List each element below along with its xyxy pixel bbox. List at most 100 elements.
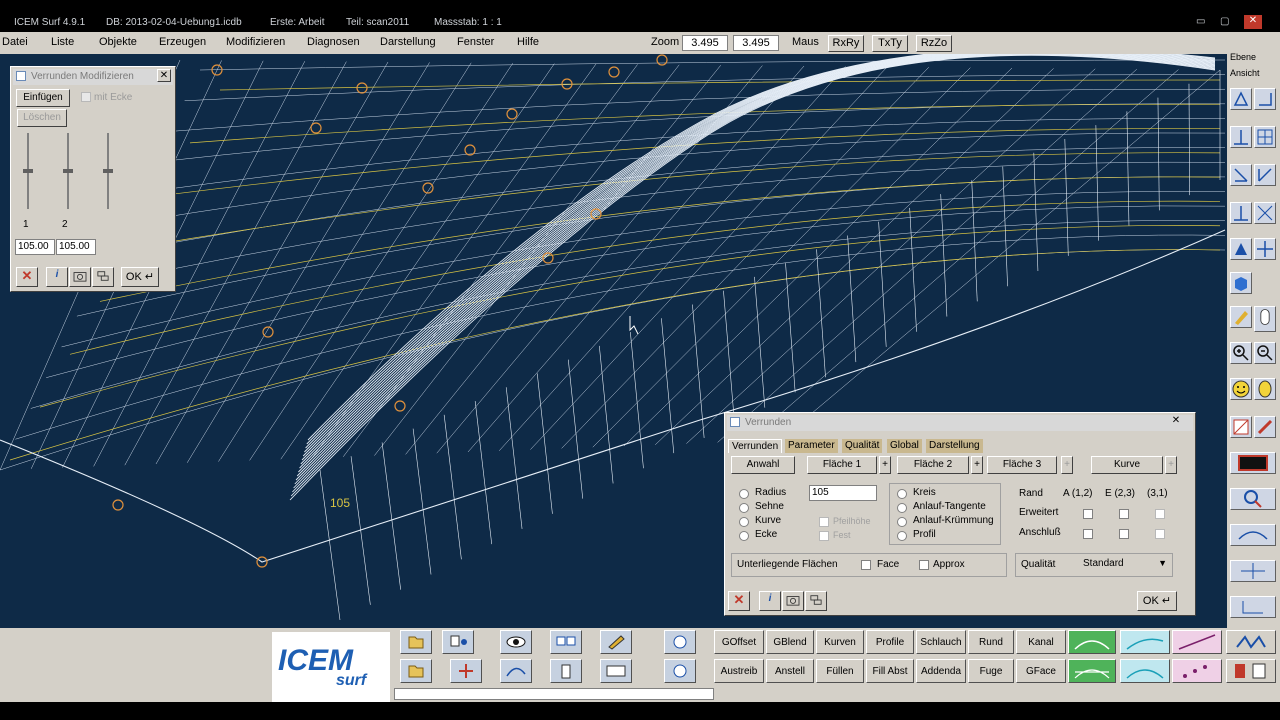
slider-thumb-2[interactable] [63, 169, 73, 173]
tab-global[interactable]: Global [887, 439, 922, 453]
verrunden-close-icon[interactable]: ✕ [1169, 415, 1183, 428]
mod-ok-button[interactable]: OK ↵ [121, 267, 159, 287]
control-point[interactable] [394, 400, 406, 412]
info-icon[interactable]: i [46, 267, 68, 287]
erweitert-a-checkbox[interactable] [1083, 509, 1093, 519]
kurve-button[interactable]: Kurve [1091, 456, 1163, 474]
control-point[interactable] [356, 82, 368, 94]
snowflake2-icon[interactable] [664, 659, 696, 683]
menu-datei[interactable]: Datei [2, 36, 28, 48]
cylinder-icon[interactable] [1254, 306, 1276, 332]
control-point[interactable] [506, 108, 518, 120]
corner-axis-icon[interactable] [1230, 596, 1276, 618]
sehne-radio[interactable] [739, 503, 749, 513]
menu-fenster[interactable]: Fenster [457, 36, 494, 48]
anschluss-a-checkbox[interactable] [1083, 529, 1093, 539]
copy-eye-icon[interactable] [442, 630, 474, 654]
anschluss-e-checkbox[interactable] [1119, 529, 1129, 539]
shade-cube-icon[interactable] [1230, 272, 1252, 294]
cancel-x-icon[interactable]: ✕ [16, 267, 38, 287]
view-axis-icon[interactable] [1254, 164, 1276, 186]
radius-value-input[interactable]: 105 [809, 485, 877, 501]
pfeilhoehe-checkbox[interactable] [819, 517, 829, 527]
value-input-2[interactable]: 105.00 [56, 239, 96, 255]
einfuegen-button[interactable]: Einfügen [16, 89, 70, 107]
command-input[interactable] [394, 688, 714, 700]
control-point[interactable] [656, 54, 668, 66]
monitor-icon[interactable] [1230, 452, 1276, 474]
curve-cyan2-icon[interactable] [1120, 659, 1170, 683]
smiley-icon[interactable] [1230, 378, 1252, 400]
kurve-radio[interactable] [739, 517, 749, 527]
flaeche1-plus[interactable]: + [879, 456, 891, 474]
menu-hilfe[interactable]: Hilfe [517, 36, 539, 48]
windows-icon[interactable] [550, 630, 582, 654]
flaeche1-button[interactable]: Fläche 1 [807, 456, 877, 474]
dialog-ok-button[interactable]: OK ↵ [1137, 591, 1177, 611]
fill-abst-button[interactable]: Fill Abst [866, 659, 914, 683]
control-point[interactable] [464, 144, 476, 156]
eye-icon[interactable] [500, 630, 532, 654]
flaeche3-plus[interactable]: + [1061, 456, 1073, 474]
zoom-in-icon[interactable] [1230, 342, 1252, 364]
section-icon[interactable] [1230, 416, 1252, 438]
tab-darstellung[interactable]: Darstellung [926, 439, 983, 453]
erweitert-e-checkbox[interactable] [1119, 509, 1129, 519]
flaeche3-button[interactable]: Fläche 3 [987, 456, 1057, 474]
view-iso-icon[interactable] [1230, 202, 1252, 224]
dialog-cancel-icon[interactable]: ✕ [728, 591, 750, 611]
curve-select-icon[interactable] [1230, 524, 1276, 546]
face-checkbox[interactable] [861, 560, 871, 570]
zoom-input-1[interactable]: 3.495 [682, 35, 728, 51]
view-top-icon[interactable] [1230, 126, 1252, 148]
control-point[interactable] [310, 122, 322, 134]
menu-objekte[interactable]: Objekte [99, 36, 137, 48]
surface-green-icon[interactable] [1068, 630, 1116, 654]
points-pink-icon[interactable] [1172, 659, 1222, 683]
red-marker-icon[interactable] [1254, 416, 1276, 438]
menu-erzeugen[interactable]: Erzeugen [159, 36, 206, 48]
ecke-radio[interactable] [739, 531, 749, 541]
addenda-button[interactable]: Addenda [916, 659, 966, 683]
curve-cyan-icon[interactable] [1120, 630, 1170, 654]
view-grid-icon[interactable] [1254, 126, 1276, 148]
restore-icon[interactable]: ▢ [1220, 16, 1229, 27]
kurven-button[interactable]: Kurven [816, 630, 864, 654]
qualitaet-select[interactable]: Standard ▼ [1081, 557, 1169, 573]
fest-checkbox[interactable] [819, 531, 829, 541]
anlauf-kruemmung-radio[interactable] [897, 517, 907, 527]
fuellen-button[interactable]: Füllen [816, 659, 864, 683]
kanal-button[interactable]: Kanal [1016, 630, 1066, 654]
approx-checkbox[interactable] [919, 560, 929, 570]
rxry-button[interactable]: RxRy [828, 35, 864, 52]
tab-parameter[interactable]: Parameter [785, 439, 838, 453]
austreib-button[interactable]: Austreib [714, 659, 764, 683]
flaeche2-plus[interactable]: + [971, 456, 983, 474]
view-front-icon[interactable] [1230, 88, 1252, 110]
slider-thumb-1[interactable] [23, 169, 33, 173]
dialog-info-icon[interactable]: i [759, 591, 781, 611]
curve-edit-icon[interactable] [500, 659, 532, 683]
menu-modifizieren[interactable]: Modifizieren [226, 36, 285, 48]
profil-radio[interactable] [897, 531, 907, 541]
kreis-radio[interactable] [897, 489, 907, 499]
dialog-layers-icon[interactable] [805, 591, 827, 611]
minimize-icon[interactable]: ▭ [1196, 16, 1205, 27]
mod-panel-titlebar[interactable]: Verrunden Modifizieren [13, 69, 173, 85]
snowflake-icon[interactable] [664, 630, 696, 654]
axis-cross-icon[interactable] [1230, 560, 1276, 582]
anlauf-tangente-radio[interactable] [897, 503, 907, 513]
analyze-magnifier-icon[interactable] [1230, 488, 1276, 510]
radius-radio[interactable] [739, 489, 749, 499]
txty-button[interactable]: TxTy [872, 35, 908, 52]
schlauch-button[interactable]: Schlauch [916, 630, 966, 654]
rund-button[interactable]: Rund [968, 630, 1014, 654]
surface-green2-icon[interactable] [1068, 659, 1116, 683]
text-label-icon[interactable] [600, 659, 632, 683]
control-point[interactable] [112, 499, 124, 511]
move-icon[interactable] [450, 659, 482, 683]
control-point[interactable] [262, 326, 274, 338]
loeschen-button[interactable]: Löschen [17, 109, 67, 127]
curve-pink-icon[interactable] [1172, 630, 1222, 654]
value-input-1[interactable]: 105.00 [15, 239, 55, 255]
